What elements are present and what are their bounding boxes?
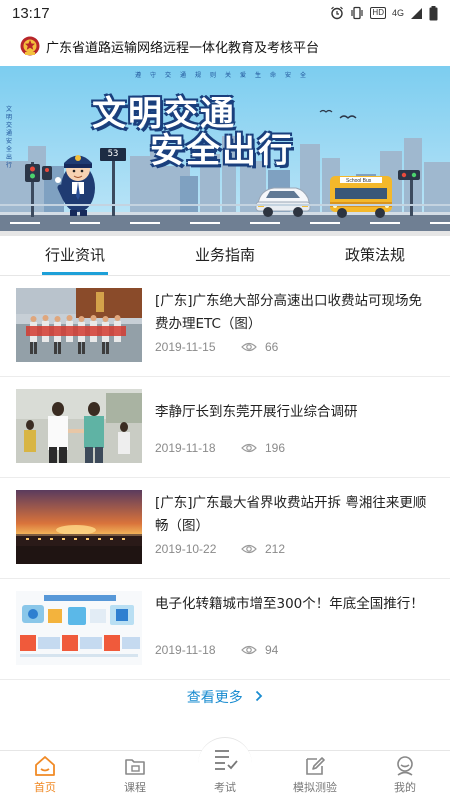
- nav-label: 考试: [214, 781, 236, 794]
- status-icons: HD 4G: [330, 5, 438, 21]
- banner-side-text: 文明交通安全出行: [6, 106, 13, 169]
- news-thumbnail: [16, 490, 142, 564]
- news-date: 2019-11-15: [155, 340, 216, 354]
- nav-home[interactable]: 首页: [0, 751, 90, 800]
- exam-icon: [215, 750, 238, 770]
- emblem-icon: [20, 36, 40, 56]
- tab-industry-news[interactable]: 行业资讯: [0, 236, 150, 275]
- news-thumbnail: [16, 591, 142, 665]
- vibrate-icon: [351, 6, 364, 20]
- news-title: 李静厅长到东莞开展行业综合调研: [155, 404, 358, 420]
- hd-badge: HD: [370, 7, 386, 19]
- news-meta: 2019-11-18 196: [155, 441, 285, 455]
- category-tabs: 行业资讯 业务指南 政策法规: [0, 236, 450, 276]
- banner-slogan: 遵守交通规则关爱生命安全: [134, 72, 315, 79]
- banner-title-line2: 安全出行: [150, 131, 294, 171]
- eye-icon: [241, 645, 257, 655]
- nav-course[interactable]: 课程: [90, 751, 180, 800]
- home-icon: [35, 756, 55, 776]
- news-views: 196: [265, 441, 286, 455]
- news-item[interactable]: [广东]广东绝大部分高速出口收费站可现场免费办理ETC（图） 2019-11-1…: [0, 276, 450, 377]
- news-title: [广东]广东最大省界收费站开拆 粤湘往来更顺畅（图）: [155, 495, 427, 534]
- news-thumbnail: [16, 288, 142, 362]
- nav-label: 模拟测验: [293, 781, 337, 794]
- profile-icon: [397, 756, 413, 776]
- news-meta: 2019-11-18 94: [155, 643, 278, 657]
- view-more-link[interactable]: 查看更多: [0, 684, 450, 712]
- nav-profile[interactable]: 我的: [360, 751, 450, 800]
- signal-countdown: 53: [100, 148, 126, 161]
- nav-exam[interactable]: 考试: [180, 737, 270, 800]
- news-list: [广东]广东绝大部分高速出口收费站可现场免费办理ETC（图） 2019-11-1…: [0, 276, 450, 680]
- bus-label: School Bus: [346, 178, 372, 184]
- news-views: 212: [265, 542, 286, 556]
- alarm-icon: [331, 6, 344, 20]
- edit-icon: [306, 757, 325, 775]
- chevron-right-icon: [256, 690, 263, 702]
- network-label: 4G: [391, 7, 404, 18]
- eye-icon: [241, 342, 257, 352]
- eye-icon: [241, 443, 257, 453]
- tab-business-guide[interactable]: 业务指南: [150, 236, 300, 275]
- news-item[interactable]: 电子化转籍城市增至300个！年底全国推行！ 2019-11-18 94: [0, 579, 450, 680]
- news-title: [广东]广东绝大部分高速出口收费站可现场免费办理ETC（图）: [155, 293, 423, 332]
- news-item[interactable]: 李静厅长到东莞开展行业综合调研 2019-11-18 196: [0, 377, 450, 478]
- app-header: 广东省道路运输网络远程一体化教育及考核平台: [0, 26, 450, 66]
- news-date: 2019-10-22: [155, 542, 217, 556]
- news-meta: 2019-11-15 66: [155, 340, 278, 354]
- news-title: 电子化转籍城市增至300个！年底全国推行！: [155, 596, 424, 612]
- tab-policy-regulations[interactable]: 政策法规: [300, 236, 450, 275]
- news-item[interactable]: [广东]广东最大省界收费站开拆 粤湘往来更顺畅（图） 2019-10-22 21…: [0, 478, 450, 579]
- news-thumbnail: [16, 389, 142, 463]
- news-views: 66: [265, 340, 279, 354]
- status-time: 13:17: [12, 4, 50, 22]
- banner-image[interactable]: 遵守交通规则关爱生命安全 文明交通安全出行 文明交通 安全出行 53 Schoo…: [0, 66, 450, 231]
- nav-mock-test[interactable]: 模拟测验: [270, 751, 360, 800]
- news-views: 94: [265, 643, 279, 657]
- nav-label: 课程: [124, 781, 146, 794]
- app-title: 广东省道路运输网络远程一体化教育及考核平台: [46, 40, 320, 56]
- eye-icon: [241, 544, 257, 554]
- nav-label: 首页: [34, 781, 56, 794]
- battery-icon: [429, 5, 438, 20]
- bottom-nav: 首页 课程 考试 模拟测验 我的: [0, 737, 450, 800]
- news-date: 2019-11-18: [155, 441, 216, 455]
- nav-label: 我的: [394, 781, 416, 794]
- news-meta: 2019-10-22 212: [155, 542, 285, 556]
- course-icon: [125, 759, 145, 775]
- news-date: 2019-11-18: [155, 643, 216, 657]
- signal-icon: [411, 7, 422, 19]
- status-bar: 13:17 HD 4G: [0, 0, 450, 26]
- view-more-label: 查看更多: [186, 690, 243, 706]
